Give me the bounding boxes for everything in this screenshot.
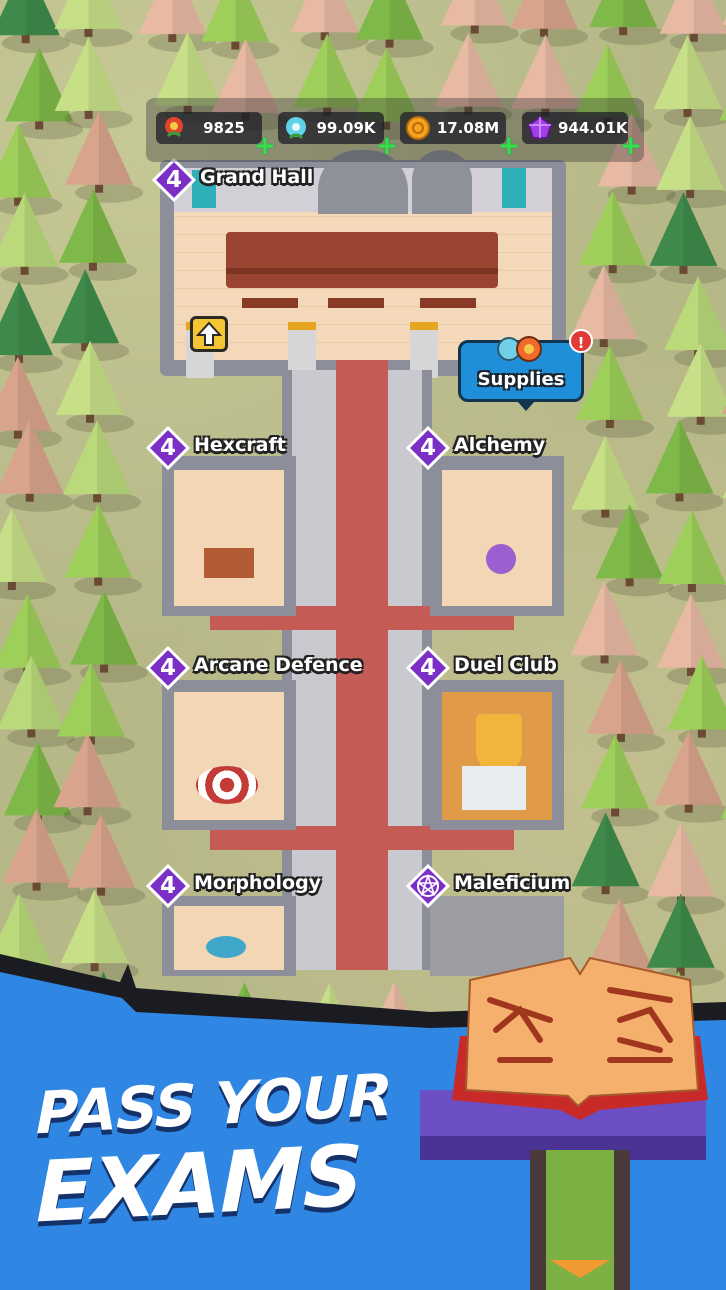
pine-tree [0, 508, 56, 601]
pine-tree [578, 191, 657, 284]
duel-platform [462, 766, 526, 810]
resource-crystal[interactable]: 99.09K [278, 112, 384, 144]
bench [328, 298, 384, 308]
bench [242, 298, 298, 308]
pine-tree [571, 435, 650, 528]
banquet-table [226, 232, 498, 288]
red-flower-icon [165, 117, 183, 138]
pine-tree [647, 822, 726, 915]
pine-tree [58, 188, 137, 281]
pine-tree [575, 345, 654, 438]
pine-tree [586, 659, 665, 752]
promo-headline-line2: EXAMS [36, 1126, 363, 1242]
target-rug [196, 766, 258, 804]
room-name: Grand Hall [200, 166, 314, 188]
level-number: 4 [159, 873, 176, 899]
supplies-label: Supplies [477, 369, 565, 390]
pine-tree [571, 812, 650, 905]
pine-tree [657, 593, 726, 686]
resource-value: 9825 [203, 119, 245, 137]
purple-gem-icon [527, 115, 553, 139]
pine-tree [659, 0, 726, 52]
level-number: 4 [165, 167, 182, 193]
pine-tree [720, 807, 726, 819]
duel-shield [476, 714, 522, 774]
pine-tree [589, 0, 668, 46]
teal-banner [502, 168, 526, 208]
level-badge: 4 [146, 646, 190, 690]
pine-tree [138, 0, 217, 53]
room-name: Morphology [194, 872, 322, 894]
alert-badge: ! [569, 329, 593, 353]
pine-tree [719, 106, 726, 121]
supplies-button[interactable]: Supplies ! [458, 329, 593, 411]
add-nature-button[interactable]: + [254, 133, 276, 159]
resource-value: 17.08M [436, 119, 500, 137]
room-name: Arcane Defence [194, 654, 363, 676]
add-gems-button[interactable]: + [620, 133, 642, 159]
bubble-tail [517, 401, 535, 411]
blue-flower-icon [286, 117, 306, 140]
resource-bar: 9825 + 99.09K + 17.08M + 944.01K + [146, 98, 644, 162]
level-badge: 4 [146, 426, 190, 470]
game-screen: 4 Grand Hall 4 Hexcraft 4 Alchemy 4 Arca… [0, 0, 726, 1290]
resource-value: 99.09K [316, 119, 376, 137]
room-name: Maleficium [454, 872, 571, 894]
level-number: 4 [419, 655, 436, 681]
resource-gems[interactable]: 944.01K [522, 112, 628, 144]
pine-tree [509, 0, 588, 47]
upgrade-button[interactable] [190, 316, 228, 352]
alchemy-room-floor [442, 470, 552, 606]
pine-tree [70, 590, 149, 683]
level-number: 4 [159, 655, 176, 681]
resource-value: 944.01K [558, 119, 628, 137]
level-badge: 4 [406, 426, 450, 470]
pine-tree [63, 420, 142, 513]
bench [420, 298, 476, 308]
room-name: Alchemy [454, 434, 546, 456]
hexcraft-desk [204, 548, 254, 578]
level-badge: 4 [146, 864, 190, 908]
pine-tree [664, 275, 726, 368]
add-crystal-button[interactable]: + [376, 133, 398, 159]
room-name: Hexcraft [194, 434, 286, 456]
level-badge: 4 [152, 158, 196, 202]
pine-tree [54, 0, 133, 47]
hexcraft-room-floor [174, 470, 284, 606]
gold-coin-icon [406, 116, 430, 140]
pentagram-icon [406, 864, 450, 908]
resource-nature[interactable]: 9825 [156, 112, 262, 144]
spell-book-icon [420, 956, 708, 1290]
pine-tree [355, 0, 434, 58]
level-badge: 4 [406, 646, 450, 690]
flowers-icon [497, 336, 542, 362]
pine-tree [64, 503, 143, 596]
room-name: Duel Club [454, 654, 557, 676]
up-arrow-icon [195, 321, 223, 346]
pine-tree [0, 281, 63, 374]
level-number: 4 [159, 435, 176, 461]
pine-tree [440, 0, 519, 44]
level-number: 4 [419, 435, 436, 461]
add-coins-button[interactable]: + [498, 133, 520, 159]
resource-coins[interactable]: 17.08M [400, 112, 506, 144]
cauldron [486, 544, 516, 574]
table-runner [226, 268, 498, 274]
